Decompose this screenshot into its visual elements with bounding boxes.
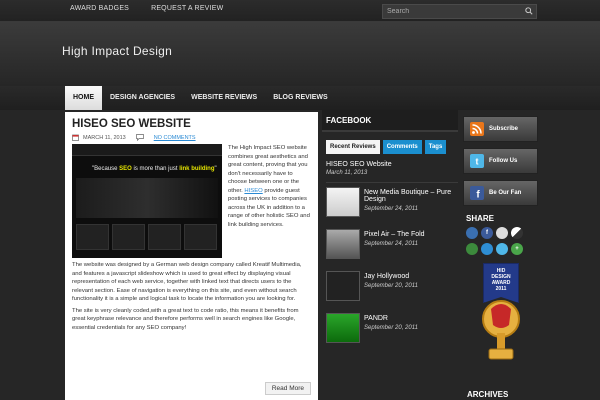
nav-design-agencies[interactable]: DESIGN AGENCIES xyxy=(102,86,183,110)
be-our-fan-button[interactable]: f Be Our Fan xyxy=(463,180,538,206)
list-item-title[interactable]: New Media Boutique – Pure Design xyxy=(364,189,458,203)
thumbnail-site-header xyxy=(72,144,222,156)
review-tabs: Recent Reviews Comments Tags xyxy=(326,140,458,154)
twitter-share-icon[interactable] xyxy=(496,243,508,255)
post-meta: MARCH 11, 2013 NO COMMENTS xyxy=(72,134,311,141)
top-nav-request-review[interactable]: REQUEST A REVIEW xyxy=(151,5,223,12)
svg-text:t: t xyxy=(476,157,479,167)
post-thumbnail xyxy=(326,271,360,301)
list-item-date: September 20, 2011 xyxy=(364,325,418,331)
trophy-icon xyxy=(482,300,520,360)
calendar-icon xyxy=(72,134,79,141)
tab-comments[interactable]: Comments xyxy=(382,140,422,154)
top-nav-award-badges[interactable]: AWARD BADGES xyxy=(70,5,129,12)
featured-post-title[interactable]: HISEO SEO Website xyxy=(326,161,458,168)
post-comments-link[interactable]: NO COMMENTS xyxy=(154,135,196,141)
facebook-icon: f xyxy=(470,186,484,200)
twitter-icon: t xyxy=(470,154,484,168)
post-paragraph-3: The site is very cleanly coded,with a gr… xyxy=(72,307,299,331)
post-paragraph-2: The website was designed by a German web… xyxy=(72,262,302,302)
archives-heading: ARCHIVES xyxy=(467,390,509,399)
digg-icon[interactable] xyxy=(466,227,478,239)
list-item[interactable]: New Media Boutique – Pure Design Septemb… xyxy=(326,187,458,219)
tab-recent-reviews[interactable]: Recent Reviews xyxy=(326,140,380,154)
list-item-title[interactable]: PANDR xyxy=(364,315,418,322)
thumbnail-slideshow xyxy=(76,178,218,218)
technorati-icon[interactable] xyxy=(481,243,493,255)
list-item-date: September 24, 2011 xyxy=(364,241,418,247)
stumbleupon-icon[interactable] xyxy=(466,243,478,255)
nav-blog-reviews[interactable]: BLOG REVIEWS xyxy=(265,86,335,110)
be-our-fan-label: Be Our Fan xyxy=(489,190,522,196)
list-item-title[interactable]: Pixel Air – The Fold xyxy=(364,231,425,238)
site-header: High Impact Design xyxy=(0,22,600,86)
read-more-button[interactable]: Read More xyxy=(264,382,311,395)
post-thumbnail xyxy=(326,187,360,217)
post-thumbnail xyxy=(326,313,360,343)
list-item-date: September 20, 2011 xyxy=(364,283,418,289)
comment-icon xyxy=(135,134,144,141)
delicious-icon[interactable] xyxy=(511,227,523,239)
list-item[interactable]: PANDR September 20, 2011 xyxy=(326,313,458,345)
search-input[interactable] xyxy=(382,4,537,19)
plus-icon[interactable]: + xyxy=(511,243,523,255)
award-badge[interactable]: HID DESIGN AWARD 2011 xyxy=(473,263,528,373)
top-bar: AWARD BADGES REQUEST A REVIEW xyxy=(0,0,600,22)
featured-post-date: March 11, 2013 xyxy=(326,170,368,176)
follow-us-button[interactable]: t Follow Us xyxy=(463,148,538,174)
rss-icon xyxy=(470,122,484,136)
search-icon[interactable] xyxy=(525,7,533,15)
facebook-widget: FACEBOOK Recent Reviews Comments Tags HI… xyxy=(322,110,458,355)
facebook-heading: FACEBOOK xyxy=(322,110,458,132)
thumbnail-tagline: "Because SEO is more than just link buil… xyxy=(92,166,217,172)
post-date: MARCH 11, 2013 xyxy=(83,134,126,141)
post-thumbnail xyxy=(326,229,360,259)
hiseo-link[interactable]: HISEO xyxy=(244,188,262,194)
list-item[interactable]: Pixel Air – The Fold September 24, 2011 xyxy=(326,229,458,261)
facebook-share-icon[interactable]: f xyxy=(481,227,493,239)
share-heading: SHARE xyxy=(466,214,495,223)
tab-tags[interactable]: Tags xyxy=(424,140,447,154)
main-nav: HOME DESIGN AGENCIES WEBSITE REVIEWS BLO… xyxy=(0,86,600,110)
follow-us-label: Follow Us xyxy=(489,158,518,164)
divider xyxy=(326,182,458,183)
post-thumbnail[interactable]: "Because SEO is more than just link buil… xyxy=(72,144,222,258)
subscribe-label: Subscribe xyxy=(489,126,519,132)
post-title[interactable]: HISEO SEO WEBSITE xyxy=(72,118,311,130)
social-sidebar: Subscribe t Follow Us f Be Our Fan SHARE… xyxy=(463,110,538,373)
nav-website-reviews[interactable]: WEBSITE REVIEWS xyxy=(183,86,265,110)
list-item-title[interactable]: Jay Hollywood xyxy=(364,273,418,280)
subscribe-button[interactable]: Subscribe xyxy=(463,116,538,142)
share-icons: f + xyxy=(466,227,538,255)
thumbnail-service-boxes xyxy=(76,224,217,250)
nav-home[interactable]: HOME xyxy=(65,86,102,110)
list-item-date: September 24, 2011 xyxy=(364,206,418,212)
list-item[interactable]: Jay Hollywood September 20, 2011 xyxy=(326,271,458,303)
top-nav: AWARD BADGES REQUEST A REVIEW xyxy=(70,5,223,12)
reddit-icon[interactable] xyxy=(496,227,508,239)
post-article: HISEO SEO WEBSITE MARCH 11, 2013 NO COMM… xyxy=(65,112,318,400)
site-logo[interactable]: High Impact Design xyxy=(62,44,172,58)
